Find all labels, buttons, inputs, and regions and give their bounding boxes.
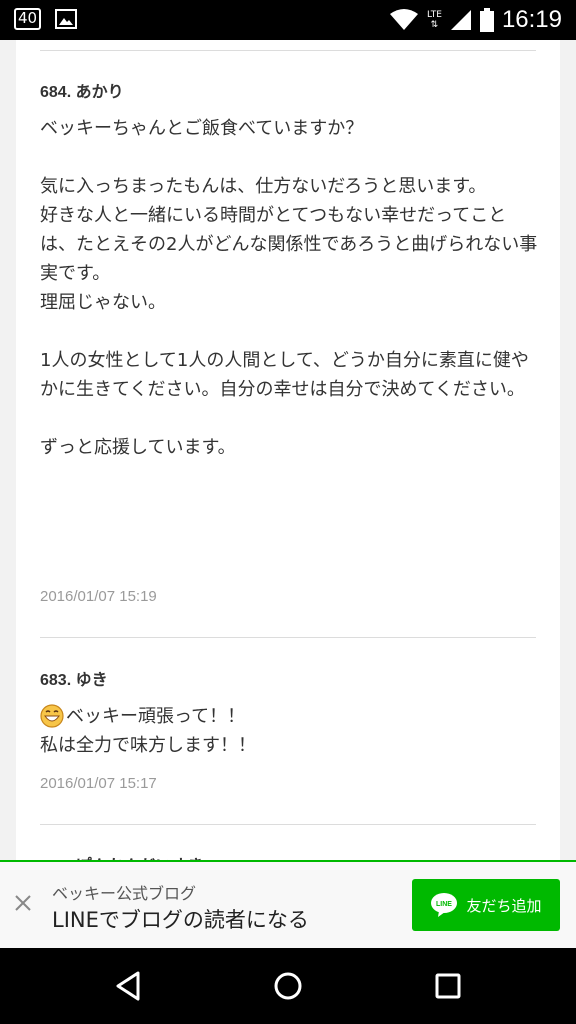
line-follow-banner: ベッキー公式ブログ LINEでブログの読者になる LINE 友だち追加 — [0, 860, 576, 948]
status-bar-notifications: 40 — [14, 8, 78, 30]
add-friend-button[interactable]: LINE 友だち追加 — [412, 879, 560, 931]
add-friend-label: 友だち追加 — [466, 896, 542, 915]
banner-title: LINEでブログの読者になる — [52, 908, 309, 932]
wifi-icon — [389, 9, 418, 30]
lte-indicator: LTE ⇅ — [426, 10, 442, 30]
comment-header: 682. ぽんかんだいすき — [40, 852, 204, 860]
divider — [40, 637, 536, 638]
back-icon[interactable] — [110, 968, 146, 1004]
clock: 16:19 — [501, 6, 562, 33]
signal-icon — [450, 10, 471, 30]
comment-body: ベッキーちゃんとご飯食べていますか？ 気に入っちまったもんは、仕方ないだろうと思… — [40, 118, 538, 458]
comment-body: ベッキー頑張って！！ 私は全力で味方します！！ — [40, 706, 256, 756]
navigation-bar — [0, 948, 576, 1024]
image-notification-icon — [55, 9, 78, 29]
status-bar: 40 LTE ⇅ 16:19 — [0, 0, 576, 40]
comment-header: 683. ゆき — [40, 672, 108, 689]
line-logo-icon: LINE — [431, 893, 458, 917]
comment-date: 2016/01/07 15:19 — [40, 588, 157, 605]
divider — [40, 824, 536, 825]
notification-badge: 40 — [14, 8, 42, 30]
comment-header: 684. あかり — [40, 84, 124, 101]
battery-icon — [479, 8, 494, 32]
recents-icon[interactable] — [430, 968, 466, 1004]
comment-date: 2016/01/07 15:17 — [40, 775, 157, 792]
close-icon[interactable] — [12, 892, 34, 914]
status-bar-system: LTE ⇅ 16:19 — [389, 6, 562, 34]
divider — [40, 50, 536, 51]
comments-card: 684. あかり ベッキーちゃんとご飯食べていますか？ 気に入っちまったもんは、… — [16, 40, 560, 860]
blog-comments-page[interactable]: 684. あかり ベッキーちゃんとご飯食べていますか？ 気に入っちまったもんは、… — [0, 40, 576, 860]
home-icon[interactable] — [270, 968, 306, 1004]
line-logo-text: LINE — [437, 901, 453, 908]
banner-subtitle: ベッキー公式ブログ — [52, 884, 197, 903]
